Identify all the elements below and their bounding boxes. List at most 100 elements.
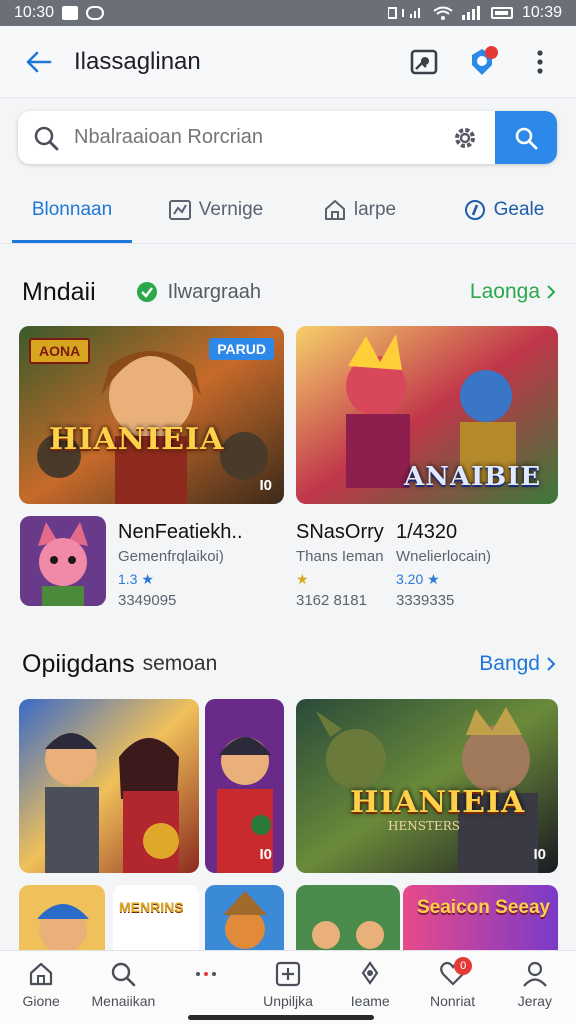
person-icon: [522, 961, 547, 987]
game-card[interactable]: I0: [205, 699, 284, 873]
app-meta[interactable]: NenFeatiekh.. Gemenfrqlaikoi) 1.3 ★ 3349…: [118, 518, 243, 612]
nav-search[interactable]: Menaiikan: [82, 951, 164, 1024]
gear-icon: [455, 127, 475, 148]
home-indicator[interactable]: [188, 1015, 374, 1020]
tab-3[interactable]: Geale: [432, 176, 576, 243]
game-card[interactable]: [19, 885, 105, 955]
rewards-button[interactable]: [464, 44, 500, 80]
game-card[interactable]: HIANIEIA HENSTERS I0: [296, 699, 558, 873]
section-title: Mndaii: [22, 277, 96, 306]
tab-0[interactable]: Blonnaan: [0, 176, 144, 243]
search-icon: [18, 125, 74, 151]
nav-label: Jeray: [517, 993, 552, 1009]
game-title: MENRINS: [119, 899, 184, 915]
app-name: NenFeatiekh..: [118, 521, 243, 543]
nav-label: Unpiljka: [263, 993, 313, 1009]
game-card[interactable]: ANAIBIE: [296, 326, 558, 504]
game-card[interactable]: [205, 885, 284, 955]
back-button[interactable]: [18, 42, 58, 82]
compass-icon: [464, 199, 485, 220]
app-meta[interactable]: 1/4320 Wnelierlocain) 3.20 ★ 3339335: [396, 518, 491, 612]
corner-label: I0: [533, 846, 546, 863]
signal-icon: [387, 7, 420, 19]
game-badge: PARUD: [209, 338, 274, 360]
tab-2[interactable]: larpe: [288, 176, 432, 243]
page-title: Ilassaglinan: [74, 47, 201, 75]
corner-label: I0: [259, 846, 272, 863]
app-name: 1/4320: [396, 521, 458, 543]
arrow-left-icon: [26, 51, 52, 72]
search-icon: [112, 962, 136, 987]
app-rating: ★: [296, 571, 309, 587]
battery-icon: [490, 7, 513, 19]
nav-label: Ieame: [350, 993, 390, 1009]
game-title: HIANIEIA: [49, 422, 225, 457]
tab-label: Geale: [493, 198, 545, 220]
nav-dots[interactable]: [165, 951, 247, 1024]
game-artwork: [403, 885, 558, 955]
plus-square-icon: [275, 961, 301, 987]
game-card[interactable]: MENRINS: [113, 885, 199, 955]
nav-label: Menaiikan: [91, 993, 156, 1009]
cell-icon: [461, 6, 480, 20]
app-icon[interactable]: [20, 516, 106, 606]
nav-home[interactable]: Gione: [0, 951, 82, 1024]
nav-profile[interactable]: Jeray: [494, 951, 576, 1024]
game-title: ANAIBIE: [404, 462, 542, 492]
status-bar: 10:30 10:39: [0, 0, 576, 26]
app-rating: 1.3 ★: [118, 571, 154, 587]
more-button[interactable]: [522, 44, 558, 80]
home-icon: [30, 962, 53, 986]
nav-add[interactable]: Unpiljka: [247, 951, 329, 1024]
nav-game[interactable]: Ieame: [329, 951, 411, 1024]
game-artwork: [296, 885, 400, 955]
app-name: SNasOrry: [296, 521, 384, 543]
notification-badge: 0: [454, 957, 473, 975]
game-subtitle: HENSTERS: [388, 819, 460, 833]
fox-character-icon: [20, 516, 106, 606]
nav-label: Nonriat: [429, 993, 476, 1009]
image-icon: [410, 49, 438, 74]
filter-button[interactable]: [435, 125, 495, 151]
app-list: NenFeatiekh.. Gemenfrqlaikoi) 1.3 ★ 3349…: [20, 516, 560, 612]
app-meta[interactable]: SNasOrry Thans Ieman ★ 3162 8181: [296, 518, 384, 612]
search-button[interactable]: [495, 111, 557, 164]
game-title: Seaicon Seeay: [417, 897, 551, 918]
bottom-nav: Gione Menaiikan Unpiljka Ieame 0 Nonriat…: [0, 950, 576, 1024]
search-icon: [515, 127, 538, 149]
section-title-suffix: semoan: [142, 652, 218, 675]
wifi-icon: [433, 6, 453, 20]
nav-notifications[interactable]: 0 Nonriat: [411, 951, 493, 1024]
status-time-right: 10:39: [521, 4, 562, 21]
tab-label: Vernige: [198, 198, 264, 220]
home-icon: [324, 199, 345, 220]
search-input[interactable]: [74, 126, 435, 149]
tab-1[interactable]: Vernige: [144, 176, 288, 243]
game-title: HIANIEIA: [350, 785, 526, 820]
game-card[interactable]: HIANIEIA AONA PARUD I0: [19, 326, 284, 504]
chart-icon: [168, 199, 191, 220]
see-all-label: Bangd: [479, 652, 540, 675]
app-count: 3339335: [396, 592, 455, 609]
rocket-icon: [361, 961, 379, 985]
notification-icon: [62, 6, 79, 20]
app-publisher: Gemenfrqlaikoi): [118, 548, 224, 565]
app-count: 3162 8181: [296, 592, 367, 609]
tab-label: Blonnaan: [31, 198, 113, 220]
game-card[interactable]: [296, 885, 400, 955]
game-artwork: [205, 699, 284, 873]
see-all-link[interactable]: Laonga: [470, 280, 556, 304]
section-header: Mndaii Ilwargraah Laonga: [22, 272, 556, 312]
notification-dot: [485, 45, 498, 59]
app-publisher: Wnelierlocain): [396, 548, 492, 565]
dots-icon: [195, 972, 216, 976]
app-count: 3349095: [118, 592, 177, 609]
corner-label: I0: [259, 477, 272, 494]
app-status-icon: [86, 6, 105, 20]
see-all-label: Laonga: [469, 280, 540, 303]
app-rating: 3.20 ★: [396, 571, 440, 587]
image-button[interactable]: [406, 44, 442, 80]
see-all-link[interactable]: Bangd: [479, 652, 556, 676]
game-card[interactable]: [19, 699, 199, 873]
game-card[interactable]: Seaicon Seeay: [403, 885, 558, 955]
